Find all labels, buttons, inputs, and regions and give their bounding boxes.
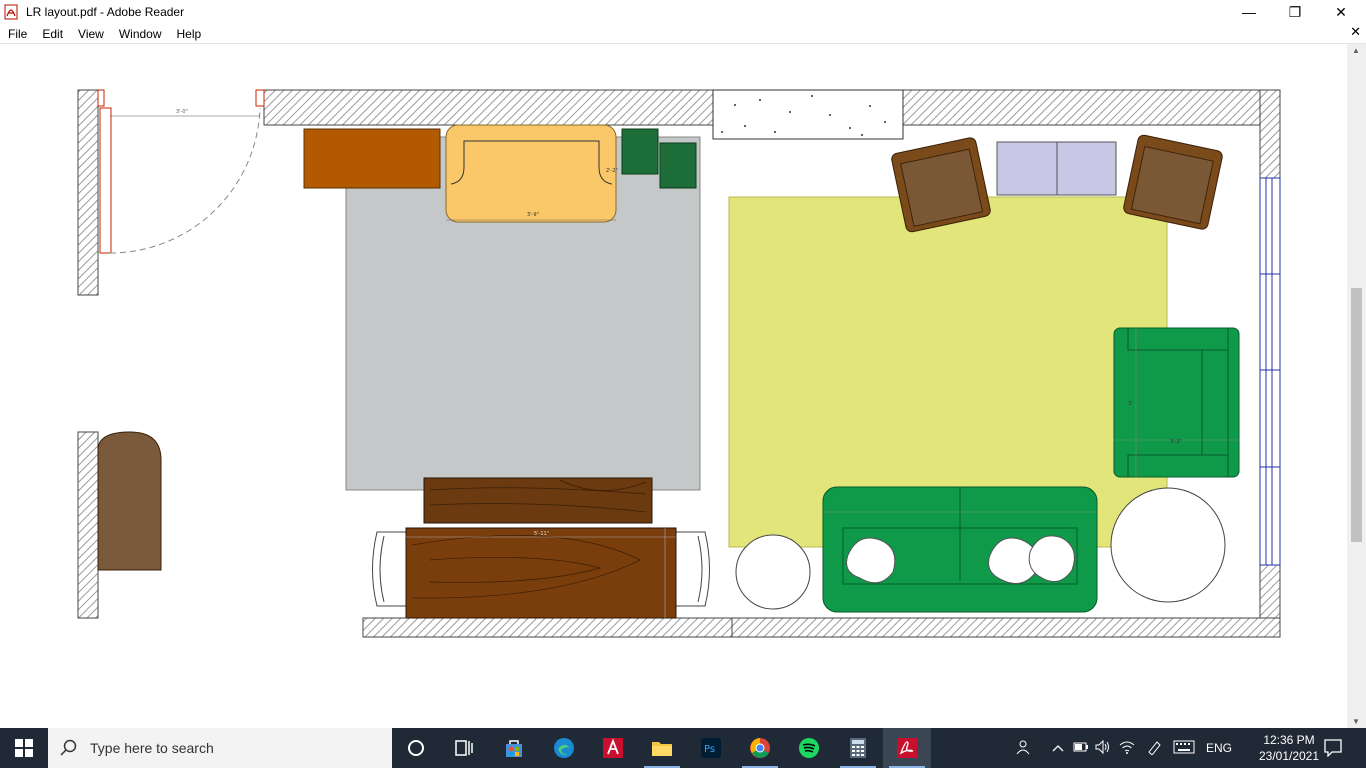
- battery-icon[interactable]: [1070, 741, 1092, 755]
- round-table-left: [735, 534, 811, 610]
- orange-cabinet: [303, 128, 441, 189]
- spotify-button[interactable]: [785, 728, 833, 768]
- restore-button[interactable]: ❐: [1272, 0, 1318, 24]
- sofa-depth-dimension: 2'-2": [606, 168, 618, 174]
- start-button[interactable]: [0, 728, 48, 768]
- restore-icon: ❐: [1288, 3, 1302, 20]
- yellow-sofa: 3'-9" 2'-2": [445, 124, 618, 223]
- menu-view[interactable]: View: [70, 27, 111, 41]
- armchair-left: [891, 137, 991, 233]
- wall-left-lower: [77, 431, 99, 619]
- language-indicator[interactable]: ENG: [1206, 741, 1232, 755]
- menu-file[interactable]: File: [0, 27, 34, 41]
- window-title: LR layout.pdf - Adobe Reader: [26, 5, 185, 19]
- menu-bar: File Edit View Window Help: [0, 24, 1366, 44]
- windows-logo-icon: [15, 739, 33, 757]
- door-dimension: 3'-0": [176, 109, 188, 115]
- green-nightstand-left: [621, 128, 659, 175]
- acrobat-icon: [897, 738, 917, 758]
- svg-text:Ps: Ps: [704, 744, 715, 755]
- pen-icon[interactable]: [1140, 739, 1168, 758]
- armchair-right: [1123, 134, 1223, 230]
- chrome-icon: [750, 738, 770, 758]
- system-tray: ENG: [1012, 728, 1232, 768]
- store-button[interactable]: [490, 728, 538, 768]
- notification-icon: [1324, 739, 1342, 757]
- search-placeholder: Type here to search: [90, 740, 214, 756]
- search-icon: [60, 739, 77, 756]
- autocad-icon: [603, 738, 623, 758]
- wall-right-upper: [1259, 89, 1281, 179]
- task-view-button[interactable]: [440, 728, 488, 768]
- taskbar: Type here to search Ps ENG 12:36 PM 23/0…: [0, 728, 1366, 768]
- scroll-down-icon[interactable]: ▼: [1352, 717, 1360, 726]
- wifi-icon[interactable]: [1114, 740, 1140, 757]
- volume-icon[interactable]: [1092, 739, 1114, 757]
- window-right: [1259, 177, 1281, 566]
- armchair-depth-dimension: 3': [1128, 401, 1133, 407]
- people-icon[interactable]: [1012, 739, 1034, 758]
- calculator-button[interactable]: [834, 728, 882, 768]
- edge-icon: [554, 738, 574, 758]
- armchair-width-dimension: 3'-3": [1170, 439, 1182, 445]
- cortana-icon: [408, 740, 424, 756]
- task-view-icon: [455, 740, 473, 756]
- menu-help[interactable]: Help: [169, 27, 209, 41]
- green-nightstand-right: [659, 142, 697, 189]
- autocad-button[interactable]: [589, 728, 637, 768]
- close-document-button[interactable]: ✕: [1350, 24, 1361, 40]
- table-dimension: 5'-11": [534, 531, 549, 537]
- dining-table: 5'-11": [372, 527, 710, 619]
- wall-top-left-stub: [77, 89, 99, 296]
- scrollbar-thumb[interactable]: [1351, 288, 1362, 542]
- floor-plan: 3'-0" 3'-9" 2'-2" 3' 3'-3" 5'-11": [77, 89, 1281, 638]
- sofa-width-dimension: 3'-9": [527, 212, 539, 218]
- minimize-icon: —: [1242, 4, 1256, 20]
- close-button[interactable]: ✕: [1318, 0, 1364, 24]
- taskbar-search-box[interactable]: Type here to search: [48, 728, 392, 768]
- wall-bottom: [362, 617, 1281, 638]
- round-table-right: [1110, 487, 1226, 603]
- close-icon: ✕: [1335, 3, 1347, 20]
- chevron-up-icon[interactable]: [1046, 741, 1070, 755]
- title-bar: LR layout.pdf - Adobe Reader: [0, 0, 1366, 24]
- menu-edit[interactable]: Edit: [34, 27, 70, 41]
- spotify-icon: [799, 738, 819, 758]
- document-view[interactable]: 3'-0" 3'-9" 2'-2" 3' 3'-3" 5'-11": [0, 44, 1347, 728]
- photoshop-button[interactable]: Ps: [687, 728, 735, 768]
- cortana-button[interactable]: [392, 728, 440, 768]
- green-sofa: [822, 486, 1098, 613]
- door: 3'-0": [97, 89, 265, 254]
- fireplace-hearth: [712, 89, 904, 140]
- green-armchair: 3' 3'-3": [1113, 327, 1240, 478]
- store-icon: [506, 740, 522, 757]
- wood-console: [423, 477, 653, 524]
- minimize-button[interactable]: —: [1226, 0, 1272, 24]
- vertical-scrollbar[interactable]: ▲ ▼: [1347, 44, 1366, 728]
- lavender-cabinet: [996, 141, 1117, 196]
- acrobat-button[interactable]: [883, 728, 931, 768]
- close-document-icon: ✕: [1350, 24, 1361, 39]
- edge-button[interactable]: [540, 728, 588, 768]
- keyboard-icon[interactable]: [1168, 740, 1200, 757]
- calculator-icon: [850, 738, 866, 758]
- file-explorer-button[interactable]: [638, 728, 686, 768]
- scroll-up-icon[interactable]: ▲: [1352, 46, 1360, 55]
- acrobat-app-icon: [4, 4, 18, 20]
- chrome-button[interactable]: [736, 728, 784, 768]
- file-explorer-icon: [652, 742, 672, 756]
- brown-cabinet: [97, 431, 162, 571]
- photoshop-icon: Ps: [701, 738, 721, 758]
- menu-window[interactable]: Window: [111, 27, 169, 41]
- notifications-button[interactable]: [1312, 728, 1354, 768]
